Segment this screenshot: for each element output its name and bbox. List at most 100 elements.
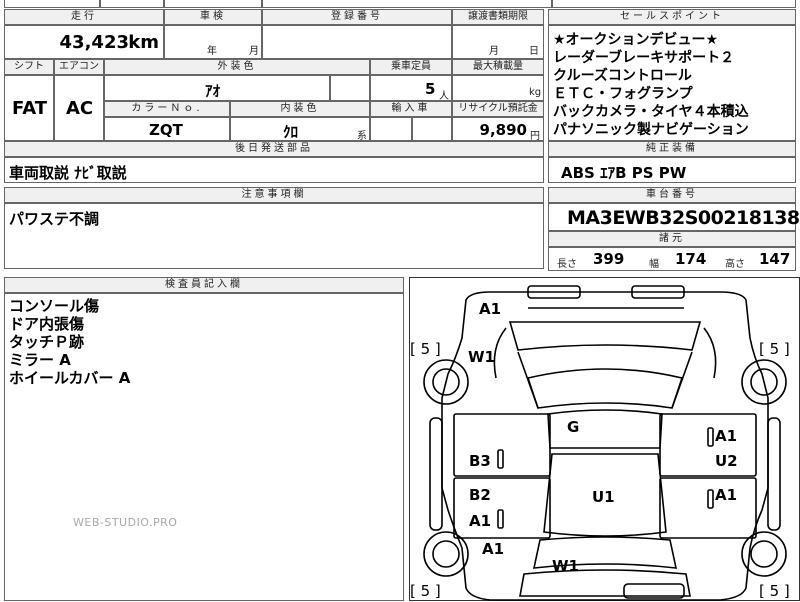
recycle-unit: 円 bbox=[530, 131, 540, 142]
shift-header: シフト bbox=[4, 59, 54, 75]
inspector-header: 検査員記入欄 bbox=[4, 277, 404, 293]
damage-code-left-front-door: B3 bbox=[469, 452, 491, 470]
shift-cell: FAT bbox=[4, 75, 54, 141]
sales-point-line: ＥＴＣ・フォグランプ bbox=[553, 86, 693, 102]
sales-point-line: バックカメラ・タイヤ４本積込 bbox=[553, 104, 749, 120]
chassis-cell: MA3EWB32S00218138 bbox=[548, 203, 800, 231]
registration-cell bbox=[262, 25, 452, 59]
max-load-cell: kg bbox=[452, 75, 544, 101]
seats-cell: 5 人 bbox=[370, 75, 452, 102]
damage-code-right-front-door-bottom: U2 bbox=[715, 452, 738, 470]
interior-color-value: ｸﾛ bbox=[283, 123, 299, 141]
dimensions-cell: 長さ 399 幅 174 高さ 147 bbox=[548, 247, 796, 271]
notes-cell: パワステ不調 bbox=[4, 203, 544, 269]
color-no-cell: ZQT bbox=[104, 117, 230, 141]
tire-front-left: [ 5 ] bbox=[410, 340, 441, 358]
width-label: 幅 bbox=[649, 259, 659, 270]
exterior-color-header: 外装色 bbox=[104, 59, 370, 75]
genuine-equipment-cell: ABS ｴｱB PS PW bbox=[548, 157, 796, 183]
sales-points-header: セールスポイント bbox=[548, 9, 796, 25]
seats-header: 乗車定員 bbox=[370, 59, 452, 75]
exterior-color-value: ｱｵ bbox=[205, 82, 221, 100]
inspector-line: ホイールカバー A bbox=[9, 369, 131, 387]
genuine-equipment-value: ABS ｴｱB PS PW bbox=[561, 164, 687, 182]
sales-point-line: パナソニック製ナビゲーション bbox=[553, 122, 749, 138]
sales-point-line: レーダーブレーキサポート２ bbox=[553, 50, 735, 66]
top-strip-cell-1 bbox=[4, 0, 100, 8]
damage-code-left-rear-door-top: B2 bbox=[469, 486, 491, 504]
sales-point-line: クルーズコントロール bbox=[553, 68, 692, 84]
chassis-header: 車台番号 bbox=[548, 187, 796, 203]
transfer-date-header: 譲渡書類期限 bbox=[452, 9, 544, 25]
height-label: 高さ bbox=[725, 259, 745, 270]
genuine-equipment-header: 純正装備 bbox=[548, 141, 796, 157]
color-no-header: カラーＮｏ. bbox=[104, 101, 230, 117]
exterior-color-extra-cell bbox=[330, 75, 370, 101]
car-diagram bbox=[423, 285, 787, 601]
top-strip-cell-5 bbox=[552, 0, 796, 8]
transfer-date-cell: 月 日 bbox=[452, 25, 544, 59]
inspection-cell: 年 月 bbox=[164, 25, 262, 59]
width-value: 174 bbox=[675, 250, 707, 268]
mileage-header: 走行 bbox=[4, 9, 164, 25]
import-header: 輸入車 bbox=[370, 101, 452, 117]
damage-code-center: U1 bbox=[592, 488, 615, 506]
sales-point-line: ★オークションデビュー★ bbox=[553, 32, 719, 48]
aircon-header: エアコン bbox=[54, 59, 104, 75]
mileage-value: 43,423 bbox=[59, 32, 129, 53]
top-strip-cell-3 bbox=[164, 0, 262, 8]
watermark: WEB-STUDIO.PRO bbox=[73, 516, 178, 529]
recycle-cell: 9,890 円 bbox=[452, 117, 544, 142]
inspection-month-unit: 月 bbox=[249, 46, 259, 57]
transfer-day-unit: 日 bbox=[529, 46, 539, 57]
inspector-cell: コンソール傷 ドア内張傷 タッチＰ跡 ミラー A ホイールカバー A WEB-S… bbox=[4, 293, 404, 601]
damage-code-left-front-fender: W1 bbox=[468, 348, 495, 366]
shift-value: FAT bbox=[12, 98, 48, 119]
interior-color-cell: ｸﾛ 系 bbox=[230, 117, 370, 142]
tire-rear-right: [ 5 ] bbox=[759, 582, 790, 600]
sales-points-box: ★オークションデビュー★ レーダーブレーキサポート２ クルーズコントロール ＥＴ… bbox=[548, 25, 796, 141]
length-value: 399 bbox=[593, 250, 625, 268]
mileage-cell: 43,423 km bbox=[4, 25, 164, 59]
damage-code-left-rear-door-bottom: A1 bbox=[469, 512, 492, 530]
chassis-value: MA3EWB32S00218138 bbox=[567, 207, 800, 229]
max-load-header: 最大積載量 bbox=[452, 59, 544, 75]
recycle-value: 9,890 bbox=[479, 121, 527, 139]
notes-value: パワステ不調 bbox=[9, 210, 100, 228]
later-parts-value: 車両取説 ﾅﾋﾞ取説 bbox=[9, 164, 127, 182]
damage-code-right-front-door-top: A1 bbox=[715, 427, 738, 445]
length-label: 長さ bbox=[557, 259, 577, 270]
interior-color-suffix: 系 bbox=[357, 131, 367, 142]
damage-code-front: A1 bbox=[479, 300, 502, 318]
aircon-cell: AC bbox=[54, 75, 104, 141]
damage-code-rear: W1 bbox=[552, 557, 579, 575]
interior-color-header: 内装色 bbox=[230, 101, 370, 117]
notes-header: 注意事項欄 bbox=[4, 187, 544, 203]
inspection-year-unit: 年 bbox=[207, 46, 217, 57]
aircon-value: AC bbox=[66, 98, 94, 119]
tire-rear-left: [ 5 ] bbox=[410, 582, 441, 600]
exterior-color-cell: ｱｵ bbox=[104, 75, 330, 101]
car-diagram-box: A1 W1 G B3 B2 A1 A1 U1 A1 U2 A1 W1 [ 5 ]… bbox=[409, 277, 800, 601]
later-parts-cell: 車両取説 ﾅﾋﾞ取説 bbox=[4, 157, 544, 183]
top-strip-cell-4 bbox=[262, 0, 552, 8]
registration-header: 登録番号 bbox=[262, 9, 452, 25]
transfer-month-unit: 月 bbox=[489, 46, 499, 57]
height-value: 147 bbox=[759, 250, 791, 268]
damage-code-right-rear-door: A1 bbox=[715, 486, 738, 504]
tire-front-right: [ 5 ] bbox=[759, 340, 790, 358]
import-cell-a bbox=[370, 117, 412, 141]
damage-code-left-rear: A1 bbox=[482, 540, 505, 558]
later-parts-header: 後日発送部品 bbox=[4, 141, 544, 157]
inspection-header: 車検 bbox=[164, 9, 262, 25]
dimensions-header: 諸元 bbox=[548, 231, 796, 247]
top-strip-cell-2 bbox=[100, 0, 164, 8]
damage-code-roof: G bbox=[567, 418, 580, 436]
max-load-unit: kg bbox=[529, 87, 542, 98]
import-cell-b bbox=[412, 117, 452, 141]
seats-unit: 人 bbox=[439, 91, 449, 102]
color-no-value: ZQT bbox=[149, 121, 183, 139]
recycle-header: リサイクル預託金 bbox=[452, 101, 544, 117]
seats-value: 5 bbox=[425, 80, 436, 98]
mileage-unit: km bbox=[128, 32, 159, 53]
